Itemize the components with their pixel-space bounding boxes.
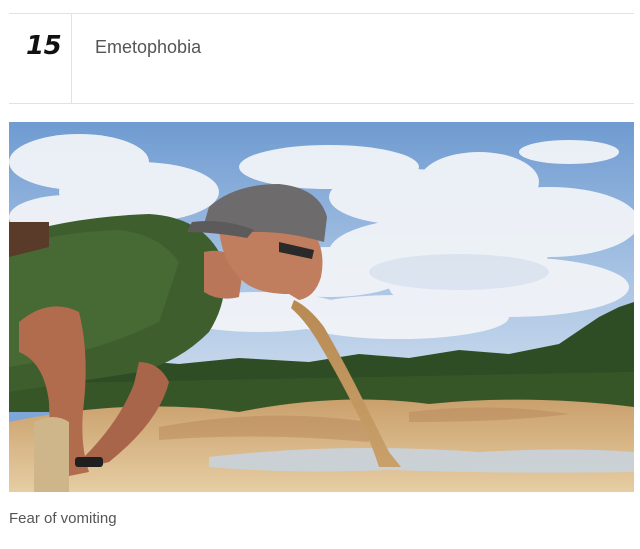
header-divider (9, 103, 634, 104)
image-caption: Fear of vomiting (9, 510, 117, 527)
photo-illustration (9, 122, 634, 492)
item-number: 15 (26, 31, 62, 61)
item-photo (9, 122, 634, 492)
item-title: Emetophobia (95, 37, 202, 57)
top-divider (9, 13, 634, 14)
